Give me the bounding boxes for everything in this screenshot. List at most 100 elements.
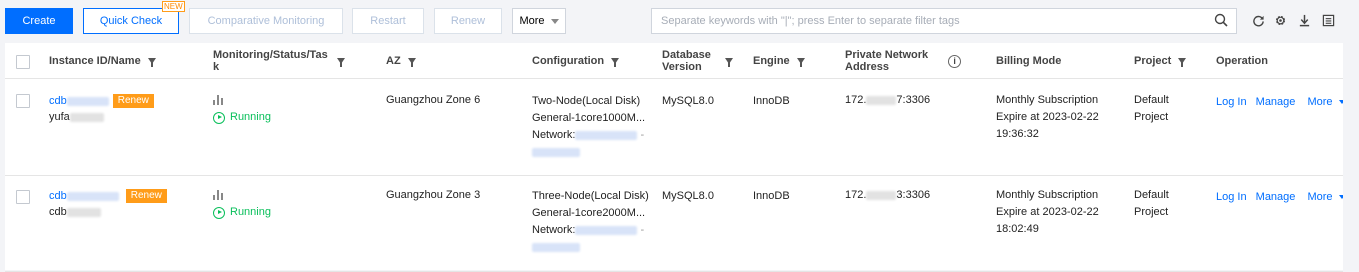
config-line: Three-Node(Local Disk)	[532, 190, 649, 202]
project-line: Default	[1134, 189, 1169, 201]
db-version-value: MySQL8.0	[662, 190, 714, 202]
project-value: Default Project	[1134, 92, 1169, 126]
bar-chart-icon[interactable]	[213, 95, 223, 105]
right-gutter	[1343, 43, 1359, 270]
search-placeholder: Separate keywords with "|"; press Enter …	[661, 15, 960, 27]
column-label: Private Network Address	[845, 49, 928, 73]
db-version-value: MySQL8.0	[662, 95, 714, 107]
instance-id[interactable]: cdb Renew	[49, 93, 154, 110]
row-checkbox[interactable]	[16, 94, 30, 108]
operation-cell: Log In Manage More	[1216, 189, 1345, 206]
monitoring-icon[interactable]	[213, 95, 223, 105]
column-label-line: Monitoring/Status/Tas	[213, 49, 328, 61]
column-label: Database Version	[662, 49, 711, 73]
column-engine[interactable]: Engine	[753, 43, 805, 79]
download-icon[interactable]	[1296, 12, 1312, 28]
instance-id-link[interactable]: cdb	[49, 190, 67, 202]
column-label-line: Database	[662, 49, 711, 61]
column-private-network[interactable]: Private Network Address i	[845, 43, 962, 79]
config-line: General-1core2000M...	[532, 207, 646, 219]
filter-icon[interactable]	[611, 58, 620, 67]
comparative-monitoring-button[interactable]: Comparative Monitoring	[189, 8, 343, 34]
monitoring-icon[interactable]	[213, 190, 223, 200]
info-icon[interactable]: i	[948, 54, 962, 68]
column-operation: Operation	[1216, 43, 1268, 79]
chevron-down-icon	[550, 18, 559, 24]
instance-name-text: cdb	[49, 206, 67, 218]
gear-icon[interactable]	[1272, 12, 1288, 28]
manage-link[interactable]: Manage	[1256, 191, 1296, 203]
network-label: Network:	[532, 129, 576, 141]
status-running: Running	[213, 204, 271, 221]
config-network: Network: -	[532, 224, 645, 236]
column-project[interactable]: Project	[1134, 43, 1187, 79]
more-link[interactable]: More	[1307, 191, 1345, 203]
billing-mode-value: Monthly Subscription Expire at 2023-02-2…	[996, 187, 1099, 238]
redacted-id	[66, 96, 109, 106]
login-link[interactable]: Log In	[1216, 96, 1247, 108]
engine-value: InnoDB	[753, 190, 790, 202]
configuration-value: Two-Node(Local Disk) General-1core1000M.…	[532, 93, 645, 161]
instance-table: Instance ID/Name Monitoring/Status/Tas k…	[5, 43, 1345, 272]
project-line: Default	[1134, 94, 1169, 106]
search-icon[interactable]	[1214, 13, 1228, 30]
column-label: AZ	[386, 55, 401, 67]
column-label: Operation	[1216, 55, 1268, 67]
search-input[interactable]: Separate keywords with "|"; press Enter …	[651, 8, 1237, 34]
more-link-label: More	[1307, 191, 1333, 203]
refresh-icon[interactable]	[1250, 12, 1266, 28]
filter-icon[interactable]	[1178, 58, 1187, 67]
create-button[interactable]: Create	[5, 8, 73, 34]
new-badge: NEW	[162, 1, 185, 12]
bar-chart-icon[interactable]	[213, 190, 223, 200]
configuration-value: Three-Node(Local Disk) General-1core2000…	[532, 188, 649, 256]
column-label: Project	[1134, 55, 1172, 67]
filter-icon[interactable]	[336, 58, 345, 67]
list-settings-icon[interactable]	[1320, 12, 1336, 28]
more-dropdown-button[interactable]: More	[512, 8, 566, 34]
column-instance-id[interactable]: Instance ID/Name	[49, 43, 156, 79]
column-database-version[interactable]: Database Version	[662, 43, 733, 79]
more-label: More	[519, 15, 545, 27]
redacted-id	[66, 191, 119, 201]
renew-button[interactable]: Renew	[434, 8, 502, 34]
private-ip-value: 172. 7:3306	[845, 92, 930, 109]
column-label: Billing Mode	[996, 55, 1062, 67]
filter-icon[interactable]	[796, 58, 805, 67]
instance-name: yufa	[49, 109, 104, 126]
column-label: Configuration	[532, 55, 605, 67]
select-all-checkbox[interactable]	[16, 55, 30, 69]
billing-line: Monthly Subscription	[996, 94, 1099, 106]
ip-prefix: 172.	[845, 94, 867, 106]
restart-button[interactable]: Restart	[352, 8, 424, 34]
more-link[interactable]: More	[1307, 96, 1345, 108]
column-az[interactable]: AZ	[386, 43, 416, 79]
column-label: Monitoring/Status/Tas k	[213, 49, 328, 73]
manage-link[interactable]: Manage	[1256, 96, 1296, 108]
instance-id[interactable]: cdb Renew	[49, 188, 167, 205]
redacted-name	[66, 207, 101, 217]
renew-tag[interactable]: Renew	[125, 189, 167, 204]
column-configuration[interactable]: Configuration	[532, 43, 620, 79]
filter-icon[interactable]	[407, 58, 416, 67]
az-value: Guangzhou Zone 6	[386, 94, 481, 106]
row-checkbox[interactable]	[16, 190, 30, 204]
redacted-network	[575, 225, 638, 235]
column-monitoring-status[interactable]: Monitoring/Status/Tas k	[213, 43, 345, 79]
toolbar: Create Quick Check NEW Comparative Monit…	[0, 0, 1359, 40]
operation-cell: Log In Manage More	[1216, 94, 1345, 111]
table-row: cdb Renew cdb Running Guangzhou Zone 3 Th…	[5, 176, 1345, 272]
config-subnet	[532, 144, 645, 161]
billing-line: Expire at 2023-02-22	[996, 206, 1099, 218]
ip-suffix: 7:3306	[896, 94, 931, 106]
login-link[interactable]: Log In	[1216, 191, 1247, 203]
renew-tag[interactable]: Renew	[112, 94, 154, 109]
table-row: cdb Renew yufa Running Guangzhou Zone 6 T…	[5, 80, 1345, 176]
column-label: Engine	[753, 55, 790, 67]
filter-icon[interactable]	[724, 58, 733, 67]
ip-suffix: 3:3306	[896, 189, 931, 201]
billing-mode-value: Monthly Subscription Expire at 2023-02-2…	[996, 92, 1099, 143]
config-subnet	[532, 239, 649, 256]
instance-id-link[interactable]: cdb	[49, 95, 67, 107]
filter-icon[interactable]	[147, 58, 156, 67]
